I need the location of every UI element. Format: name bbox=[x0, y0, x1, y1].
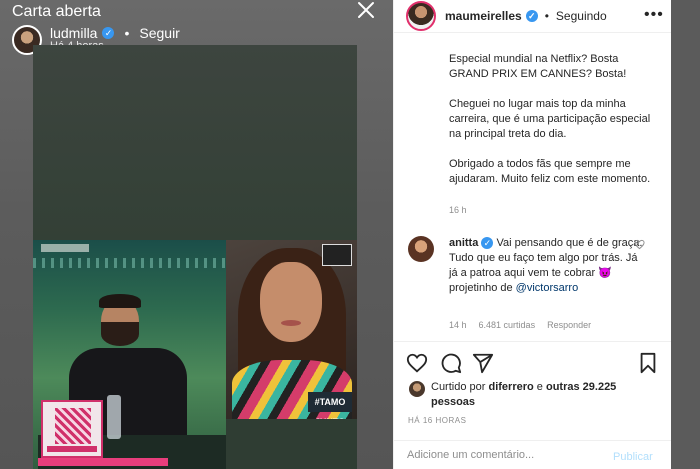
reply-button[interactable]: Responder bbox=[547, 320, 591, 330]
comment-username[interactable]: anitta bbox=[449, 237, 478, 249]
post-actions bbox=[394, 341, 671, 381]
comment-meta: 14 h 6.481 curtidas Responder bbox=[449, 320, 591, 330]
caption-timestamp[interactable]: 16 h bbox=[449, 205, 467, 215]
comment-icon[interactable] bbox=[440, 352, 462, 374]
video-bottom-area bbox=[226, 419, 357, 469]
post-header: maumeirelles ✓ • Seguindo ••• bbox=[394, 0, 671, 33]
share-icon[interactable] bbox=[472, 352, 494, 374]
save-icon[interactable] bbox=[637, 352, 659, 374]
studio-feed bbox=[33, 240, 226, 469]
post-author-avatar[interactable] bbox=[406, 1, 436, 31]
host-beard bbox=[101, 322, 139, 346]
host-hair bbox=[99, 294, 141, 308]
following-button[interactable]: Seguindo bbox=[556, 9, 607, 23]
comment-avatar[interactable] bbox=[408, 236, 434, 262]
heart-icon[interactable] bbox=[406, 352, 428, 374]
post-date[interactable]: HÁ 16 HORAS bbox=[408, 416, 466, 425]
post-author-username[interactable]: maumeirelles bbox=[445, 9, 522, 23]
story-username[interactable]: ludmilla bbox=[50, 25, 97, 41]
overlay-title: Carta aberta bbox=[12, 3, 101, 20]
close-icon[interactable] bbox=[354, 0, 378, 22]
liked-by-prefix: Curtido por bbox=[431, 381, 486, 393]
likes-summary: Curtido por diferrero e outras 29.225 pe… bbox=[431, 380, 631, 410]
qr-code-card bbox=[41, 400, 103, 458]
publish-button[interactable]: Publicar bbox=[613, 451, 653, 463]
qr-strip bbox=[47, 446, 97, 452]
story-video[interactable]: #TAMO JUNTO bbox=[33, 45, 357, 469]
verified-icon: ✓ bbox=[102, 27, 115, 39]
qr-code bbox=[55, 408, 91, 444]
caption-paragraph: Obrigado a todos fãs que sempre me ajuda… bbox=[449, 158, 651, 185]
lower-third-bar bbox=[38, 458, 168, 466]
webcam-hashtag: #TAMO JUNTO bbox=[308, 392, 352, 427]
more-options-icon[interactable]: ••• bbox=[644, 6, 664, 24]
verified-icon: ✓ bbox=[525, 10, 538, 22]
story-follow-button[interactable]: Seguir bbox=[139, 25, 179, 41]
comment-bar: Publicar bbox=[394, 440, 671, 469]
comment-time: 14 h bbox=[449, 320, 467, 330]
verified-icon: ✓ bbox=[481, 237, 494, 249]
caption-paragraph: Especial mundial na Netflix? Bosta GRAND… bbox=[449, 53, 627, 80]
post-author-row: maumeirelles ✓ • Seguindo bbox=[445, 9, 607, 23]
bottle bbox=[107, 395, 121, 439]
comment-body: anitta ✓ Vai pensando que é de graça. Tu… bbox=[449, 236, 647, 296]
liked-by-and: e bbox=[536, 381, 543, 393]
comment-like-icon[interactable] bbox=[634, 239, 645, 250]
dot-separator: • bbox=[124, 25, 130, 41]
liked-by-user[interactable]: diferrero bbox=[488, 381, 533, 393]
caption-paragraph: Cheguei no lugar mais top da minha carre… bbox=[449, 98, 651, 140]
comment-likes[interactable]: 6.481 curtidas bbox=[479, 320, 536, 330]
webcam-feed: #TAMO JUNTO bbox=[226, 240, 357, 427]
overlay-backdrop-right[interactable] bbox=[671, 0, 700, 469]
video-top-area bbox=[33, 45, 357, 240]
broadcast-logo bbox=[41, 244, 89, 252]
guest-lips bbox=[281, 320, 301, 326]
comment-input[interactable] bbox=[407, 449, 597, 461]
story-user-row: ludmilla ✓ • Seguir bbox=[50, 25, 180, 41]
dot-separator: • bbox=[544, 9, 549, 23]
guest-face bbox=[260, 262, 322, 342]
post-panel: maumeirelles ✓ • Seguindo ••• Especial m… bbox=[393, 0, 671, 469]
comment-mention[interactable]: @victorsarro bbox=[516, 282, 579, 294]
webcam-logo bbox=[322, 244, 352, 266]
post-caption: Especial mundial na Netflix? Bosta GRAND… bbox=[449, 52, 654, 202]
stadium-lights bbox=[33, 258, 226, 268]
liked-by-avatar[interactable] bbox=[409, 381, 425, 397]
